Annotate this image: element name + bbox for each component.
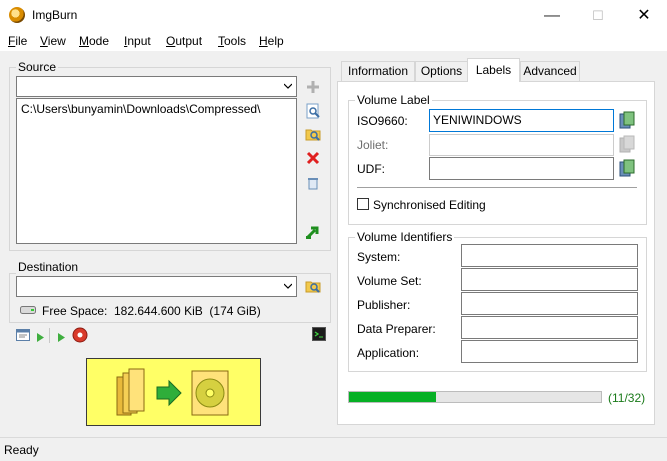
iso9660-input[interactable]: YENIWINDOWS <box>429 109 614 132</box>
menu-output[interactable]: Output <box>166 34 202 48</box>
chevron-down-icon <box>284 283 292 289</box>
chevron-down-icon <box>284 83 292 89</box>
status-text: Ready <box>4 443 39 457</box>
udf-label: UDF: <box>357 162 385 176</box>
toolbar-separator <box>49 328 50 343</box>
progress-count: (11/32) <box>608 391 646 405</box>
clear-list-icon[interactable] <box>305 175 321 191</box>
progress-fill <box>349 392 436 402</box>
tab-advanced[interactable]: Advanced <box>520 61 580 81</box>
play-icon[interactable] <box>37 331 44 345</box>
add-file-icon[interactable] <box>305 79 321 95</box>
free-space-value: 182.644.600 KiB (174 GiB) <box>114 304 261 318</box>
title-bar: ImgBurn — ☐ ✕ <box>0 0 667 31</box>
menu-mode[interactable]: Mode <box>79 34 109 48</box>
browse-destination-icon[interactable] <box>305 278 321 294</box>
volume-set-label: Volume Set: <box>357 274 422 288</box>
source-file-list[interactable]: C:\Users\bunyamin\Downloads\Compressed\ <box>16 98 297 244</box>
source-combo[interactable] <box>16 76 297 97</box>
maximize-button[interactable]: ☐ <box>575 0 621 31</box>
remove-icon[interactable] <box>305 150 321 166</box>
menu-file[interactable]: File <box>8 34 27 48</box>
destination-group-label: Destination <box>16 260 81 274</box>
status-bar: Ready <box>0 437 667 461</box>
browse-file-icon[interactable] <box>305 103 321 119</box>
imgburn-app-icon <box>9 7 25 23</box>
volume-identifiers-group-label: Volume Identifiers <box>355 230 455 244</box>
application-input[interactable] <box>461 340 638 363</box>
browse-folder-icon[interactable] <box>305 126 321 142</box>
minimize-button[interactable]: — <box>529 0 575 31</box>
copy-to-all-icon[interactable] <box>619 111 635 132</box>
udf-input[interactable] <box>429 157 614 180</box>
tab-information[interactable]: Information <box>341 61 415 81</box>
menu-view[interactable]: View <box>40 34 66 48</box>
publisher-input[interactable] <box>461 292 638 315</box>
joliet-input[interactable] <box>429 134 614 156</box>
window-title: ImgBurn <box>32 8 78 22</box>
synchronised-editing-checkbox[interactable] <box>357 198 369 210</box>
application-label: Application: <box>357 346 420 360</box>
volume-label-divider <box>357 187 637 188</box>
eject-disc-icon[interactable] <box>72 327 88 343</box>
system-label: System: <box>357 250 401 264</box>
volume-label-group-label: Volume Label <box>355 93 432 107</box>
volume-set-input[interactable] <box>461 268 638 291</box>
publisher-label: Publisher: <box>357 298 411 312</box>
data-preparer-input[interactable] <box>461 316 638 339</box>
synchronised-editing-label: Synchronised Editing <box>373 198 486 212</box>
tab-labels[interactable]: Labels <box>467 58 520 82</box>
log-window-icon[interactable] <box>16 329 30 341</box>
system-input[interactable] <box>461 244 638 267</box>
data-preparer-label: Data Preparer: <box>357 322 436 336</box>
menu-input[interactable]: Input <box>124 34 151 48</box>
menu-help[interactable]: Help <box>259 34 284 48</box>
iso9660-label: ISO9660: <box>357 114 408 128</box>
build-button[interactable] <box>86 358 261 426</box>
tab-options[interactable]: Options <box>415 61 468 81</box>
capacity-progress-bar <box>348 391 602 403</box>
copy-to-all-icon <box>619 135 635 156</box>
menu-tools[interactable]: Tools <box>218 34 246 48</box>
source-group-label: Source <box>16 60 59 74</box>
play-queue-icon[interactable] <box>58 331 65 345</box>
close-button[interactable]: ✕ <box>621 0 667 31</box>
joliet-label: Joliet: <box>357 138 389 152</box>
copy-to-all-icon[interactable] <box>619 159 635 180</box>
console-icon[interactable] <box>312 327 326 341</box>
destination-combo[interactable] <box>16 276 297 297</box>
menu-bar: File View Mode Input Output Tools Help <box>0 31 667 51</box>
files-to-disc-icon <box>116 368 229 416</box>
list-item[interactable]: C:\Users\bunyamin\Downloads\Compressed\ <box>17 99 296 119</box>
drive-icon <box>20 304 36 314</box>
calculate-icon[interactable] <box>305 224 321 240</box>
free-space-label: Free Space: <box>42 304 108 318</box>
